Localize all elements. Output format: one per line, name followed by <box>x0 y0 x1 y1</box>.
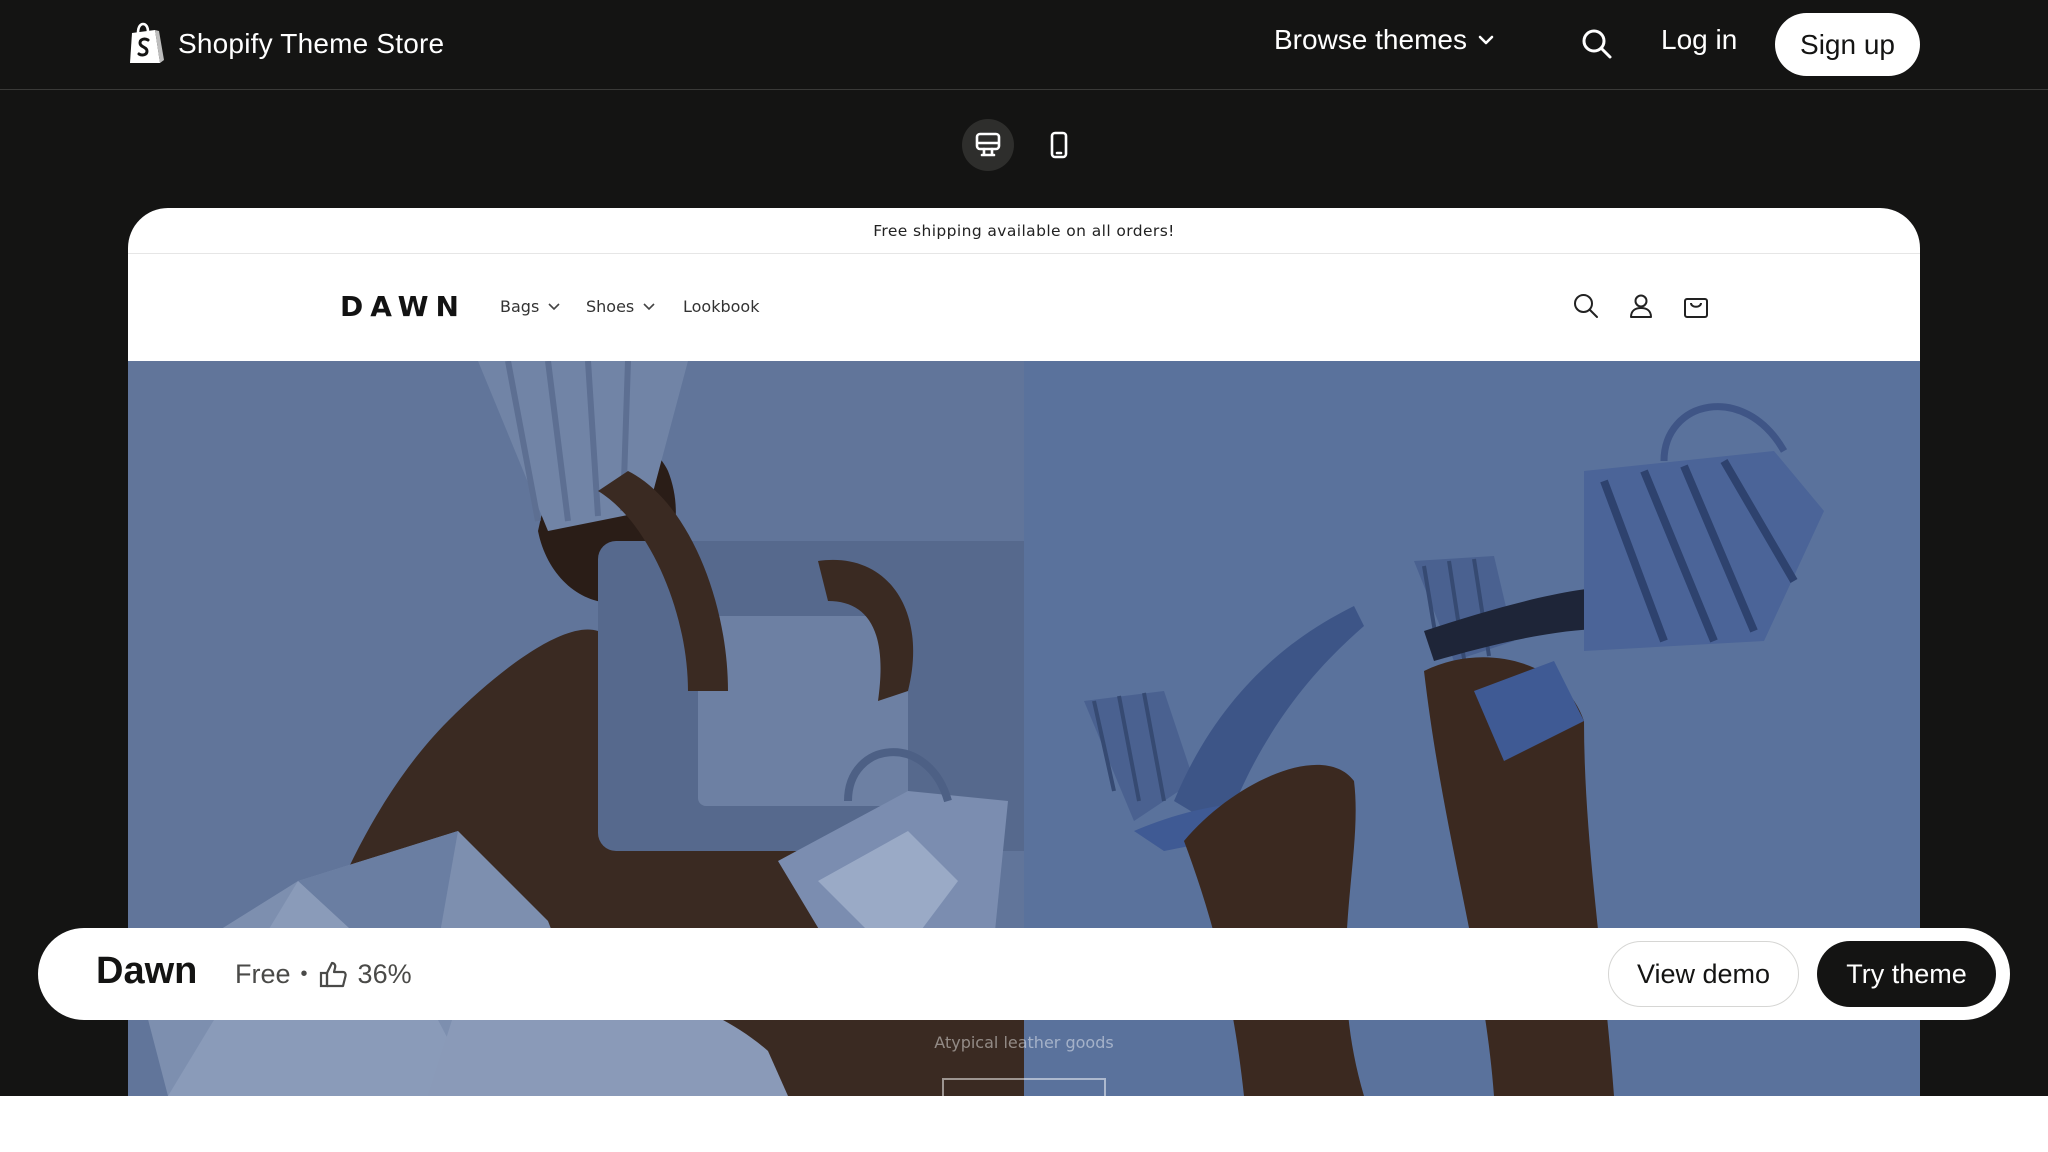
hero-subtitle: Atypical leather goods <box>934 1033 1114 1052</box>
cart-icon <box>1684 296 1708 318</box>
shopify-bag-icon <box>130 22 164 63</box>
search-button[interactable] <box>1580 27 1614 61</box>
chevron-down-icon <box>1478 35 1494 45</box>
brand-link[interactable]: Shopify Theme Store <box>126 22 444 66</box>
thumbs-up-icon <box>319 961 347 987</box>
browse-themes-menu[interactable]: Browse themes <box>1274 24 1495 56</box>
try-theme-button[interactable]: Try theme <box>1817 941 1996 1007</box>
desktop-view-toggle[interactable] <box>962 119 1014 171</box>
brand-name: Shopify Theme Store <box>178 28 445 59</box>
mobile-icon <box>1050 131 1068 159</box>
store-cart-button[interactable] <box>1681 291 1711 321</box>
chevron-down-icon <box>548 302 560 310</box>
store-nav-label: Bags <box>500 297 540 316</box>
account-icon <box>1630 294 1652 318</box>
login-link[interactable]: Log in <box>1661 24 1737 56</box>
search-icon <box>1574 294 1598 318</box>
store-nav-label: Lookbook <box>683 297 760 316</box>
theme-meta: Free • 36% <box>235 959 412 990</box>
store-nav-shoes[interactable]: Shoes <box>586 297 656 316</box>
top-navigation: Shopify Theme Store Browse themes Log in… <box>0 0 2048 90</box>
theme-price: Free <box>235 959 291 989</box>
store-nav-label: Shoes <box>586 297 635 316</box>
theme-name: Dawn <box>96 950 198 992</box>
store-account-button[interactable] <box>1626 291 1656 321</box>
browse-themes-label: Browse themes <box>1274 24 1467 55</box>
theme-action-bar: Dawn Free • 36% View demo Try theme <box>38 928 2010 1020</box>
search-icon <box>1582 29 1612 59</box>
signup-button[interactable]: Sign up <box>1775 13 1920 76</box>
announcement-bar: Free shipping available on all orders! <box>128 208 1920 254</box>
chevron-down-icon <box>643 302 655 310</box>
view-demo-button[interactable]: View demo <box>1608 941 1799 1007</box>
store-search-button[interactable] <box>1571 291 1601 321</box>
store-nav-bags[interactable]: Bags <box>500 297 561 316</box>
desktop-icon <box>975 132 1001 157</box>
store-nav-lookbook[interactable]: Lookbook <box>683 297 759 316</box>
theme-rating: 36% <box>357 959 412 989</box>
mobile-view-toggle[interactable] <box>1033 119 1085 171</box>
store-logo[interactable]: DAWN <box>340 290 466 323</box>
hero-cta-button[interactable] <box>942 1078 1106 1096</box>
store-header: DAWN Bags Shoes Lookbook <box>128 254 1920 360</box>
separator-dot: • <box>300 963 308 985</box>
